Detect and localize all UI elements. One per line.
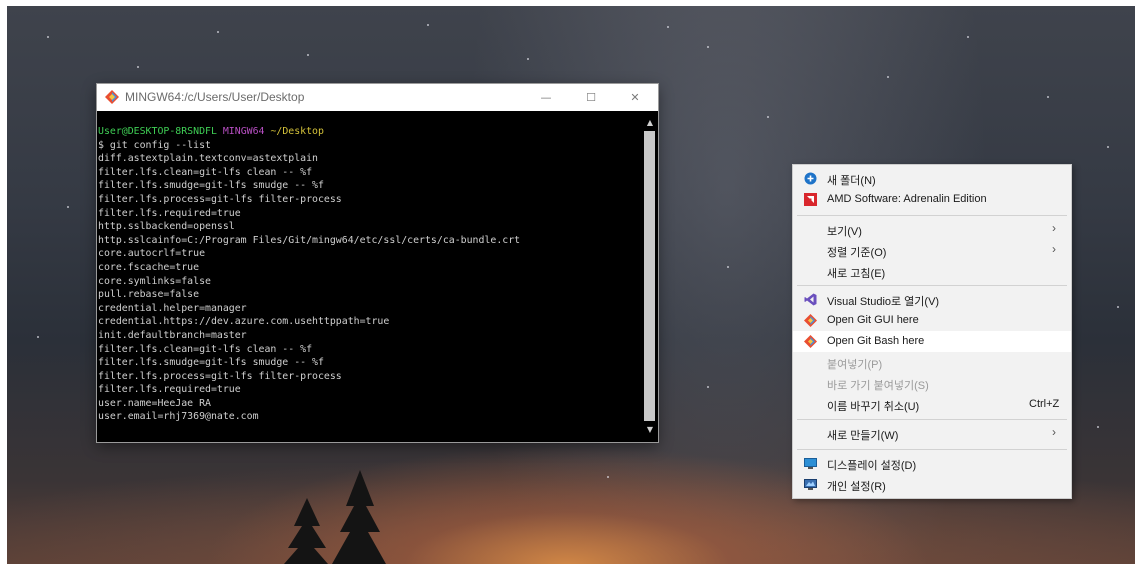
menu-item-sort-by[interactable]: 정렬 기준(O) ›	[793, 240, 1071, 261]
git-icon	[804, 314, 817, 327]
menu-separator	[797, 215, 1067, 216]
git-icon	[804, 335, 817, 348]
menu-item-paste-shortcut[interactable]: 바로 가기 붙여넣기(S)	[793, 373, 1071, 394]
terminal-output-line: user.email=rhj7369@nate.com	[98, 411, 259, 423]
personalize-icon	[804, 479, 817, 490]
terminal-output-line: core.fscache=true	[98, 261, 200, 273]
amd-icon	[804, 193, 817, 206]
visual-studio-icon	[804, 293, 817, 306]
terminal-titlebar[interactable]: MINGW64:/c/Users/User/Desktop — ☐ ✕	[97, 84, 658, 111]
terminal-output-line: http.sslcainfo=C:/Program Files/Git/ming…	[98, 234, 521, 246]
terminal-prompt-line: User@DESKTOP-8RSNDFL MINGW64 ~/Desktop	[98, 125, 642, 139]
terminal-scrollbar[interactable]: ▲ ▼	[642, 111, 658, 442]
tree-silhouette	[284, 470, 386, 564]
menu-item-open-git-bash[interactable]: Open Git Bash here	[793, 331, 1071, 352]
terminal-output-line: filter.lfs.required=true	[98, 384, 241, 396]
prompt-user-host: User@DESKTOP-8RSNDFL	[98, 126, 217, 137]
maximize-button[interactable]: ☐	[573, 84, 609, 111]
git-bash-icon	[105, 90, 119, 104]
menu-item-display-settings[interactable]: 디스플레이 설정(D)	[793, 453, 1071, 474]
scrollbar-thumb[interactable]	[644, 131, 655, 421]
terminal-output-line: filter.lfs.clean=git-lfs clean -- %f	[98, 166, 313, 178]
terminal-command: $ git config --list	[98, 139, 211, 151]
terminal-output-line: user.name=HeeJae RA	[98, 397, 211, 409]
menu-item-paste[interactable]: 붙여넣기(P)	[793, 352, 1071, 373]
terminal-output-line: filter.lfs.process=git-lfs filter-proces…	[98, 370, 342, 382]
menu-separator	[797, 285, 1067, 286]
terminal-output-line: diff.astextplain.textconv=astextplain	[98, 153, 318, 165]
minimize-button[interactable]: —	[528, 84, 564, 111]
new-folder-icon	[804, 172, 817, 185]
chevron-right-icon: ›	[1052, 221, 1056, 235]
menu-item-view[interactable]: 보기(V) ›	[793, 219, 1071, 240]
terminal-output-line: filter.lfs.process=git-lfs filter-proces…	[98, 193, 342, 205]
chevron-right-icon: ›	[1052, 425, 1056, 439]
close-button[interactable]: ✕	[617, 84, 653, 111]
terminal-output-line: init.defaultbranch=master	[98, 329, 247, 341]
desktop-context-menu: 새 폴더(N) AMD Software: Adrenalin Edition …	[792, 164, 1072, 499]
menu-separator	[797, 449, 1067, 450]
scroll-up-arrow-icon[interactable]: ▲	[642, 115, 658, 129]
shortcut-label: Ctrl+Z	[1029, 398, 1060, 410]
terminal-output-line: credential.helper=manager	[98, 302, 247, 314]
terminal-output-line: credential.https://dev.azure.com.usehttp…	[98, 316, 390, 328]
terminal-output-line: pull.rebase=false	[98, 289, 200, 301]
display-icon	[804, 458, 817, 469]
terminal-output-line: filter.lfs.smudge=git-lfs smudge -- %f	[98, 357, 324, 369]
scroll-down-arrow-icon[interactable]: ▼	[642, 422, 658, 436]
menu-separator	[797, 419, 1067, 420]
menu-item-new[interactable]: 새로 만들기(W) ›	[793, 423, 1071, 444]
terminal-output-line: filter.lfs.clean=git-lfs clean -- %f	[98, 343, 313, 355]
prompt-path: ~/Desktop	[270, 126, 324, 137]
terminal-output-line: core.symlinks=false	[98, 275, 211, 287]
menu-item-undo-rename[interactable]: 이름 바꾸기 취소(U) Ctrl+Z	[793, 394, 1071, 415]
terminal-output-line: core.autocrlf=true	[98, 248, 206, 260]
chevron-right-icon: ›	[1052, 242, 1056, 256]
menu-item-open-git-gui[interactable]: Open Git GUI here	[793, 310, 1071, 331]
terminal-title: MINGW64:/c/Users/User/Desktop	[125, 90, 305, 104]
terminal-window[interactable]: MINGW64:/c/Users/User/Desktop — ☐ ✕ User…	[97, 84, 658, 442]
terminal-output-line: filter.lfs.smudge=git-lfs smudge -- %f	[98, 180, 324, 192]
terminal-output-line: filter.lfs.required=true	[98, 207, 241, 219]
menu-item-open-visual-studio[interactable]: Visual Studio로 열기(V)	[793, 289, 1071, 310]
menu-item-personalize[interactable]: 개인 설정(R)	[793, 474, 1071, 495]
prompt-system: MINGW64	[222, 126, 265, 137]
menu-item-new-folder[interactable]: 새 폴더(N)	[793, 168, 1071, 189]
menu-item-amd-software[interactable]: AMD Software: Adrenalin Edition	[793, 189, 1071, 210]
terminal-output-line: http.sslbackend=openssl	[98, 221, 235, 233]
terminal-output[interactable]: User@DESKTOP-8RSNDFL MINGW64 ~/Desktop $ …	[97, 111, 642, 442]
menu-item-refresh[interactable]: 새로 고침(E)	[793, 261, 1071, 282]
